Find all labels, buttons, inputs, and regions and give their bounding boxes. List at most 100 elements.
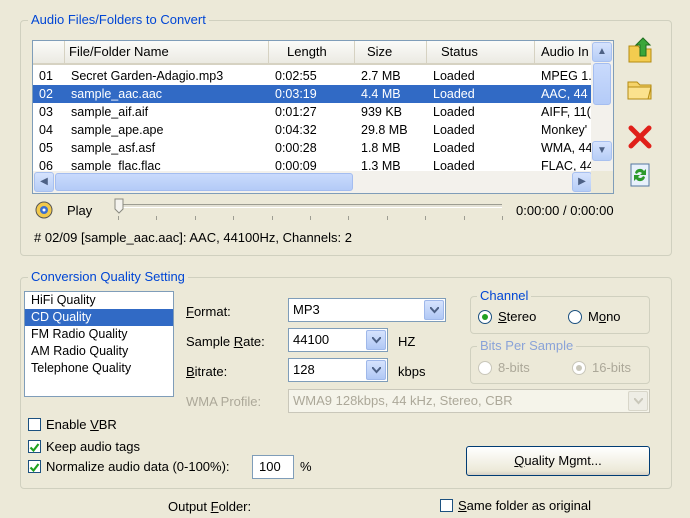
table-row[interactable]: 05 sample_asf.asf 0:00:28 1.8 MB Loaded WMA, …	[33, 139, 593, 157]
quality-preset-item[interactable]: Telephone Quality	[25, 360, 173, 377]
row-size: 4.4 MB	[361, 87, 401, 101]
same-folder-label[interactable]: Same folder as original	[458, 498, 591, 514]
scroll-down-button[interactable]: ▼	[592, 141, 612, 161]
normalize-input[interactable]: 100	[252, 455, 294, 479]
row-status: Loaded	[433, 141, 475, 155]
row-status: Loaded	[433, 87, 475, 101]
time-display: 0:00:00 / 0:00:00	[516, 203, 614, 218]
quality-preset-item[interactable]: AM Radio Quality	[25, 343, 173, 360]
seek-slider-thumb[interactable]	[114, 198, 124, 214]
vscroll-thumb[interactable]	[593, 63, 611, 105]
row-index: 01	[39, 69, 53, 83]
quality-preset-item[interactable]: HiFi Quality	[25, 292, 173, 309]
table-row[interactable]: 03 sample_aif.aif 0:01:27 939 KB Loaded AIFF,…	[33, 103, 593, 121]
seek-tick	[463, 216, 465, 220]
scroll-right-button[interactable]: ▶	[572, 172, 592, 192]
cd-play-icon	[35, 201, 53, 219]
row-name: Secret Garden-Adagio.mp3	[71, 69, 224, 83]
seek-tick	[386, 216, 388, 220]
column-header-size[interactable]: Size	[355, 41, 427, 63]
row-size: 1.8 MB	[361, 141, 401, 155]
row-status: Loaded	[433, 105, 475, 119]
seek-tick	[156, 216, 158, 220]
row-size: 29.8 MB	[361, 123, 408, 137]
file-list[interactable]: File/Folder Name Length Size Status Audi…	[32, 40, 614, 194]
quality-preset-list[interactable]: HiFi Quality CD Quality FM Radio Quality AM…	[24, 291, 174, 397]
stereo-radio[interactable]	[478, 310, 492, 324]
seek-tick	[310, 216, 311, 220]
row-index: 04	[39, 123, 53, 137]
add-folder-button[interactable]	[625, 74, 655, 104]
row-index: 02	[39, 87, 53, 101]
column-header-index[interactable]	[33, 41, 65, 63]
keep-tags-checkbox[interactable]	[28, 440, 41, 453]
row-audio-info: MPEG 1.	[541, 69, 592, 83]
enable-vbr-checkbox[interactable]	[28, 418, 41, 431]
scroll-up-button[interactable]: ▲	[592, 42, 612, 62]
same-folder-checkbox[interactable]	[440, 499, 453, 512]
sample-rate-dropdown-button[interactable]	[366, 330, 386, 350]
file-list-hscrollbar[interactable]: ◀ ▶	[33, 171, 593, 193]
seek-tick	[118, 216, 119, 220]
bitrate-label: Bitrate:	[186, 364, 228, 379]
channel-title: Channel	[477, 288, 532, 303]
table-row[interactable]: 01 Secret Garden-Adagio.mp3 0:02:55 2.7 MB L…	[33, 67, 593, 85]
row-length: 0:00:28	[275, 141, 317, 155]
sample-rate-unit: HZ	[398, 334, 416, 349]
scroll-left-button[interactable]: ◀	[34, 172, 54, 192]
seek-slider[interactable]	[118, 204, 502, 208]
row-length: 0:03:19	[275, 87, 317, 101]
mono-label[interactable]: Mono	[588, 309, 621, 325]
enable-vbr-label[interactable]: Enable VBR	[46, 417, 117, 433]
seek-tick	[233, 216, 235, 220]
sample-rate-select[interactable]: 44100	[288, 328, 388, 352]
keep-tags-label[interactable]: Keep audio tags	[46, 439, 140, 455]
wma-profile-dropdown-button	[628, 391, 648, 411]
format-dropdown-button[interactable]	[424, 300, 444, 320]
row-index: 03	[39, 105, 53, 119]
add-files-button[interactable]	[625, 36, 655, 66]
row-name: sample_asf.asf	[71, 141, 156, 155]
add-files-icon	[628, 37, 652, 63]
chevron-down-icon	[430, 307, 439, 314]
play-label[interactable]: Play	[67, 203, 92, 219]
refresh-button[interactable]	[625, 160, 655, 190]
normalize-label[interactable]: Normalize audio data (0-100%):	[46, 459, 230, 475]
file-list-vscrollbar[interactable]: ▲ ▼	[591, 41, 613, 173]
bitrate-select[interactable]: 128	[288, 358, 388, 382]
bits16-radio	[572, 361, 586, 375]
quality-preset-item[interactable]: FM Radio Quality	[25, 326, 173, 343]
quality-group-title: Conversion Quality Setting	[28, 269, 188, 284]
stereo-label[interactable]: Stereo	[498, 309, 536, 325]
output-folder-label: Output Folder:	[168, 499, 252, 514]
column-header-status[interactable]: Status	[427, 41, 535, 63]
row-size: 2.7 MB	[361, 69, 401, 83]
format-select[interactable]: MP3	[288, 298, 446, 322]
wma-profile-value: WMA9 128kbps, 44 kHz, Stereo, CBR	[293, 393, 513, 408]
column-header-length[interactable]: Length	[269, 41, 355, 63]
normalize-checkbox[interactable]	[28, 460, 41, 473]
row-index: 05	[39, 141, 53, 155]
wma-profile-select: WMA9 128kbps, 44 kHz, Stereo, CBR	[288, 389, 650, 413]
hscroll-thumb[interactable]	[55, 173, 353, 191]
scroll-corner	[591, 171, 613, 193]
format-label: Format:	[186, 304, 231, 319]
seek-tick	[271, 216, 273, 220]
quality-mgmt-label: Quality Mgmt...	[514, 453, 602, 468]
bitrate-dropdown-button[interactable]	[366, 360, 386, 380]
wma-profile-label: WMA Profile:	[186, 394, 262, 409]
format-value: MP3	[293, 302, 320, 317]
remove-button[interactable]	[625, 122, 655, 152]
mono-radio[interactable]	[568, 310, 582, 324]
bits16-label: 16-bits	[592, 360, 632, 375]
play-button[interactable]	[34, 200, 54, 220]
row-status: Loaded	[433, 69, 475, 83]
quality-preset-item[interactable]: CD Quality	[25, 309, 173, 326]
column-header-name[interactable]: File/Folder Name	[65, 41, 269, 63]
normalize-value: 100	[259, 459, 281, 474]
sample-rate-label: Sample Rate:	[186, 334, 265, 349]
table-row[interactable]: 02 sample_aac.aac 0:03:19 4.4 MB Loaded AAC, …	[33, 85, 593, 103]
seek-tick	[194, 216, 196, 220]
table-row[interactable]: 04 sample_ape.ape 0:04:32 29.8 MB Loaded Monk…	[33, 121, 593, 139]
quality-mgmt-button[interactable]: Quality Mgmt...	[466, 446, 650, 476]
